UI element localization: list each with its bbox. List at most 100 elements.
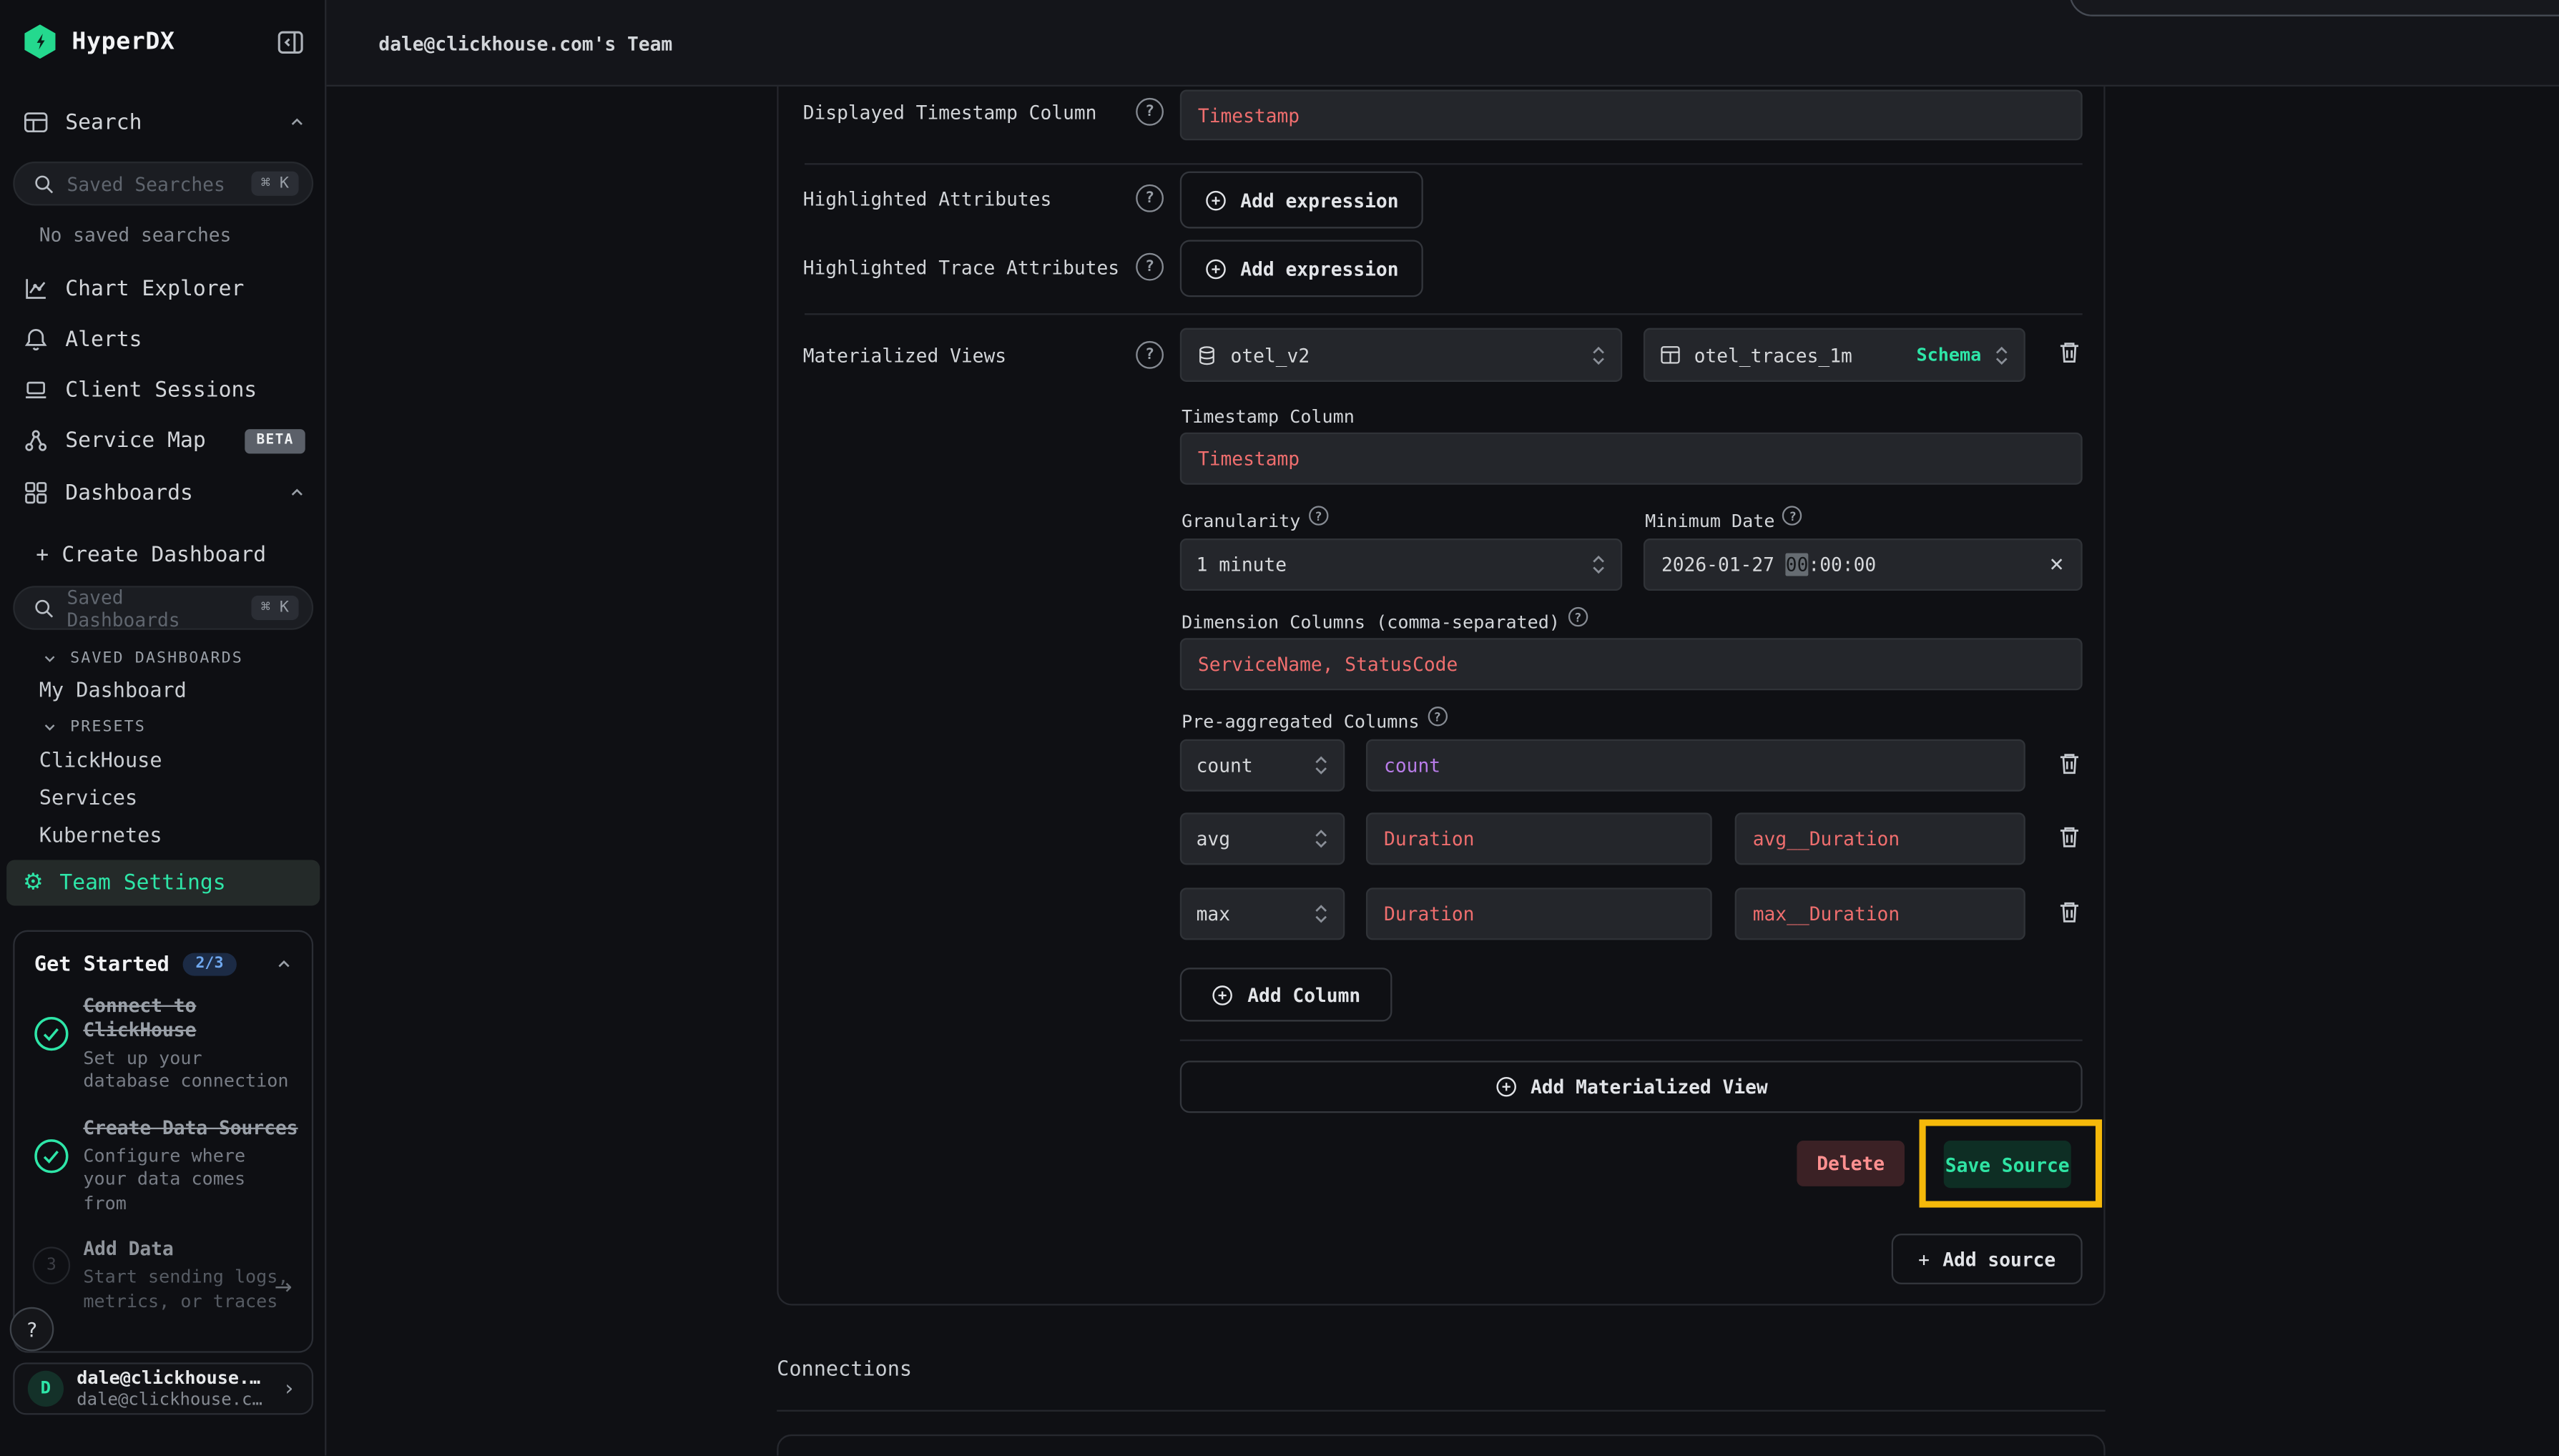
button-label: Add Materialized View bbox=[1531, 1076, 1768, 1098]
user-menu[interactable]: D dale@clickhouse.… dale@clickhouse.c… › bbox=[13, 1362, 313, 1415]
sidebar-item-search[interactable]: Search bbox=[0, 104, 326, 140]
sidebar-item-clickhouse[interactable]: ClickHouse bbox=[39, 747, 162, 772]
help-circle-icon[interactable]: ? bbox=[1136, 185, 1164, 212]
sidebar-item-client-sessions[interactable]: Client Sessions bbox=[0, 372, 326, 408]
table-select[interactable]: otel_traces_1m Schema bbox=[1644, 328, 2025, 382]
get-started-item-sources[interactable]: Create Data Sources Configure where your… bbox=[15, 1116, 312, 1216]
displayed-timestamp-input[interactable]: Timestamp bbox=[1180, 90, 2083, 141]
get-started-item-connect[interactable]: Connect to ClickHouse Set up your databa… bbox=[15, 994, 312, 1095]
delete-button[interactable]: Delete bbox=[1797, 1141, 1905, 1186]
saved-dashboards-input[interactable]: Saved Dashboards ⌘ K bbox=[13, 586, 313, 630]
chevron-down-icon bbox=[42, 719, 57, 734]
add-expression-button[interactable]: Add expression bbox=[1180, 172, 1423, 229]
sidebar-item-chart-explorer[interactable]: Chart Explorer bbox=[0, 271, 326, 307]
agg-fn-value: avg bbox=[1197, 827, 1301, 850]
chevron-up-icon[interactable] bbox=[289, 485, 305, 501]
plus-icon: + bbox=[36, 543, 49, 567]
granularity-value: 1 minute bbox=[1197, 554, 1578, 576]
delete-row-trash-icon[interactable] bbox=[2056, 824, 2083, 852]
dashboards-grid-icon bbox=[23, 480, 49, 506]
clear-date-icon[interactable]: ✕ bbox=[2049, 554, 2065, 576]
agg-expression-input[interactable]: count bbox=[1366, 739, 2025, 792]
source-settings-panel: Displayed Timestamp Column ? Timestamp H… bbox=[777, 87, 2105, 1306]
help-circle-icon[interactable]: ? bbox=[1568, 607, 1587, 626]
plus-icon: + bbox=[1918, 1248, 1930, 1271]
plus-circle-icon bbox=[1204, 257, 1227, 280]
mv-timestamp-input[interactable]: Timestamp bbox=[1180, 433, 2083, 485]
search-section-icon bbox=[23, 109, 49, 136]
button-label: Add source bbox=[1942, 1248, 2055, 1271]
button-label: Add Column bbox=[1247, 983, 1360, 1006]
field-label: Highlighted Attributes bbox=[803, 187, 1052, 210]
laptop-icon bbox=[23, 377, 49, 403]
search-icon bbox=[33, 596, 56, 619]
saved-dashboards-group-header[interactable]: SAVED DASHBOARDS bbox=[42, 649, 242, 667]
sidebar-item-my-dashboard[interactable]: My Dashboard bbox=[39, 677, 187, 702]
agg-expression-input[interactable]: Duration bbox=[1366, 887, 1712, 940]
agg-fn-select[interactable]: max bbox=[1180, 887, 1345, 940]
plus-circle-icon bbox=[1204, 189, 1227, 212]
add-materialized-view-button[interactable]: Add Materialized View bbox=[1180, 1061, 2083, 1113]
app-logo[interactable]: HyperDX bbox=[23, 24, 175, 59]
check-circle-icon bbox=[33, 1137, 70, 1216]
no-saved-searches-text: No saved searches bbox=[39, 224, 232, 247]
shortcut-badge: ⌘ K bbox=[251, 596, 299, 620]
help-circle-icon[interactable]: ? bbox=[1428, 707, 1447, 726]
chevron-up-icon[interactable] bbox=[276, 955, 293, 972]
add-source-button[interactable]: + Add source bbox=[1892, 1234, 2083, 1284]
agg-alias-input[interactable]: avg__Duration bbox=[1735, 812, 2025, 865]
sidebar-collapse-icon[interactable] bbox=[276, 28, 305, 57]
delete-view-trash-icon[interactable] bbox=[2056, 340, 2083, 368]
help-circle-icon[interactable]: ? bbox=[1136, 98, 1164, 126]
help-circle-icon[interactable]: ? bbox=[1136, 341, 1164, 369]
help-button[interactable]: ? bbox=[10, 1307, 54, 1352]
team-settings-label: Team Settings bbox=[59, 870, 225, 895]
user-email: dale@clickhouse.c… bbox=[77, 1389, 262, 1410]
database-select[interactable]: otel_v2 bbox=[1180, 328, 1622, 382]
delete-row-trash-icon[interactable] bbox=[2056, 899, 2083, 927]
top-bar: dale@clickhouse.com's Team bbox=[326, 0, 2559, 87]
sidebar-item-team-settings[interactable]: ⚙ Team Settings bbox=[6, 860, 320, 906]
divider bbox=[805, 163, 2083, 164]
agg-fn-select[interactable]: count bbox=[1180, 739, 1345, 792]
sidebar-item-alerts[interactable]: Alerts bbox=[0, 322, 326, 358]
dimension-columns-input[interactable]: ServiceName, StatusCode bbox=[1180, 638, 2083, 690]
task-subtitle: Start sending logs, metrics, or traces bbox=[83, 1266, 298, 1314]
get-started-item-add-data[interactable]: 3 Add Data Start sending logs, metrics, … bbox=[15, 1238, 312, 1314]
select-chevrons-icon bbox=[1994, 343, 2009, 366]
user-name: dale@clickhouse.… bbox=[77, 1367, 262, 1389]
save-source-button[interactable]: Save Source bbox=[1944, 1141, 2071, 1188]
schema-link[interactable]: Schema bbox=[1917, 344, 1982, 365]
field-label: Materialized Views bbox=[803, 344, 1006, 367]
granularity-select[interactable]: 1 minute bbox=[1180, 538, 1622, 591]
input-value: Timestamp bbox=[1198, 104, 1300, 127]
sidebar-item-dashboards[interactable]: Dashboards bbox=[0, 475, 326, 511]
get-started-header[interactable]: Get Started 2/3 bbox=[15, 932, 312, 994]
sidebar-item-kubernetes[interactable]: Kubernetes bbox=[39, 822, 162, 847]
minimum-date-input[interactable]: 2026-01-27 00:00:00 ✕ bbox=[1644, 538, 2083, 591]
field-label: Granularity ? bbox=[1182, 511, 1328, 532]
help-circle-icon[interactable]: ? bbox=[1309, 506, 1328, 525]
sidebar-item-service-map[interactable]: Service Map BETA bbox=[0, 423, 326, 458]
add-expression-button[interactable]: Add expression bbox=[1180, 240, 1423, 297]
connections-panel bbox=[777, 1435, 2105, 1456]
saved-searches-input[interactable]: Saved Searches ⌘ K bbox=[13, 162, 313, 206]
add-column-button[interactable]: Add Column bbox=[1180, 968, 1393, 1021]
beta-badge: BETA bbox=[245, 428, 305, 453]
get-started-title: Get Started bbox=[34, 951, 170, 975]
sidebar-item-label: Search bbox=[65, 110, 142, 134]
create-dashboard-button[interactable]: + Create Dashboard bbox=[13, 537, 339, 573]
agg-fn-select[interactable]: avg bbox=[1180, 812, 1345, 865]
select-chevrons-icon bbox=[1314, 902, 1329, 925]
chevron-up-icon[interactable] bbox=[289, 114, 305, 131]
get-started-card: Get Started 2/3 Connect to ClickHouse Se… bbox=[13, 930, 313, 1353]
agg-alias-input[interactable]: max__Duration bbox=[1735, 887, 2025, 940]
help-circle-icon[interactable]: ? bbox=[1783, 506, 1802, 525]
help-circle-icon[interactable]: ? bbox=[1136, 253, 1164, 281]
sidebar-item-services[interactable]: Services bbox=[39, 785, 137, 810]
agg-expression-input[interactable]: Duration bbox=[1366, 812, 1712, 865]
delete-row-trash-icon[interactable] bbox=[2056, 751, 2083, 779]
arrow-right-icon: → bbox=[275, 1277, 293, 1301]
presets-group-header[interactable]: PRESETS bbox=[42, 718, 146, 736]
table-value: otel_traces_1m bbox=[1694, 343, 1904, 366]
